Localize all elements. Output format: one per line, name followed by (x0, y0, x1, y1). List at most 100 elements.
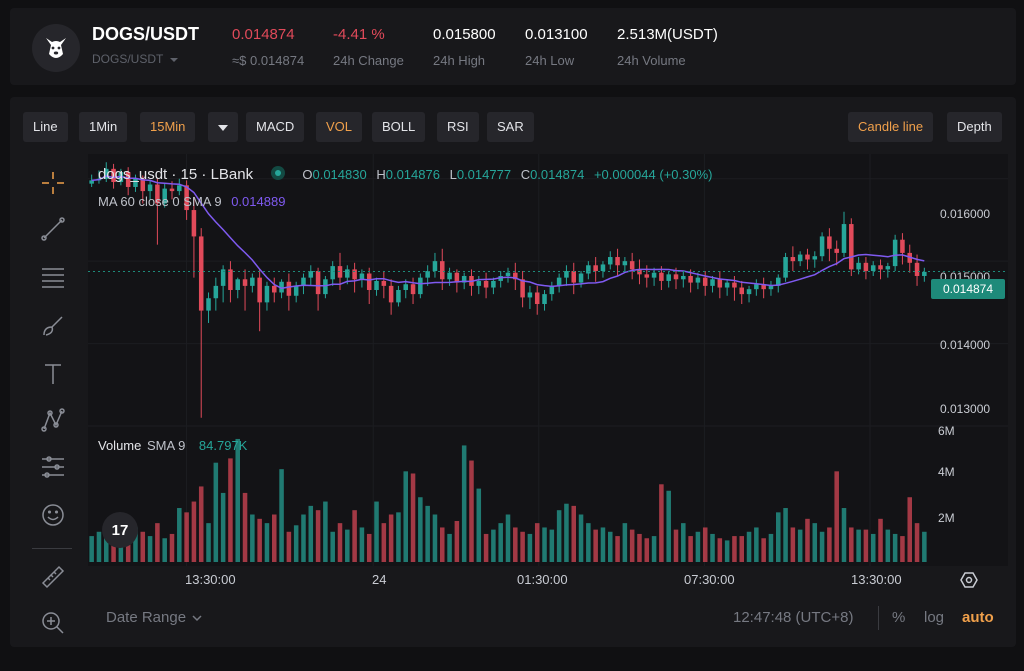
rsi-button[interactable]: RSI (437, 112, 479, 142)
volume-bar (513, 527, 518, 562)
candle-body (688, 275, 693, 283)
volume-bar (169, 533, 175, 562)
volume-bar (286, 531, 292, 562)
percent-scale-toggle[interactable]: % (892, 609, 905, 626)
emoji-icon[interactable] (38, 500, 68, 530)
volume-bar (235, 438, 241, 562)
date-range-selector[interactable]: Date Range (106, 609, 202, 626)
volume-bar (213, 462, 219, 562)
candle-body (629, 261, 635, 270)
chart-settings-icon[interactable] (960, 571, 978, 594)
ruler-icon[interactable] (38, 562, 68, 592)
ma-legend: MA 60 close 0 SMA 9 0.014889 (98, 194, 285, 209)
volume-bar (827, 527, 832, 562)
volume-bar (396, 512, 401, 562)
volume-bar (666, 490, 671, 562)
status-dot-icon (270, 166, 285, 180)
macd-button[interactable]: MACD (246, 112, 305, 142)
volume-bar (155, 523, 160, 562)
volume-bar (184, 512, 189, 562)
volume-bar (228, 458, 233, 562)
volume-bar (885, 529, 891, 562)
candle-body (293, 285, 299, 296)
vol-button[interactable]: VOL (316, 112, 363, 142)
pair-name[interactable]: DOGS/USDT (92, 24, 199, 45)
chart-area[interactable] (88, 154, 1008, 566)
candle-body (418, 277, 423, 295)
volume-bar (834, 471, 839, 562)
horizontal-lines-icon[interactable] (38, 262, 68, 292)
brush-icon[interactable] (38, 311, 68, 341)
volume-bar (805, 518, 810, 562)
sar-button[interactable]: SAR (487, 112, 534, 142)
candle-body (264, 285, 270, 303)
volume-bar (849, 527, 854, 562)
boll-button[interactable]: BOLL (372, 112, 426, 142)
high-label: H (376, 167, 386, 182)
price-axis-tick: 0.014000 (940, 338, 991, 352)
clock-time[interactable]: 12:47:48 (UTC+8) (733, 609, 853, 626)
volume-bar (345, 529, 350, 562)
volume-bar (381, 523, 387, 562)
chart-legend: dogs_usdt · 15 · LBank O0.014830 H0.0148… (98, 166, 712, 183)
candle-body (607, 257, 613, 265)
crosshair-icon[interactable] (38, 168, 68, 198)
candle-body (352, 269, 357, 280)
candle-body (213, 285, 219, 299)
log-scale-toggle[interactable]: log (924, 609, 944, 626)
date-range-label: Date Range (106, 609, 187, 626)
low-24h-label: 24h Low (525, 53, 575, 68)
volume-bar (89, 536, 94, 562)
candle-body (651, 272, 657, 278)
auto-scale-toggle[interactable]: auto (962, 609, 994, 626)
candle-body (739, 287, 745, 295)
last-price: 0.014874 (232, 26, 295, 43)
volume-24h-value: 2.513M(USDT) (617, 26, 718, 43)
pattern-tool-icon[interactable] (38, 405, 68, 435)
candle-body (228, 269, 233, 290)
trend-line-icon[interactable] (38, 214, 68, 244)
zoom-in-icon[interactable] (38, 608, 68, 638)
volume-bar (315, 510, 321, 562)
candle-body (754, 284, 759, 290)
volume-bar (878, 518, 883, 562)
volume-bar (250, 514, 255, 562)
caret-down-icon (218, 119, 228, 134)
volume-bar (476, 488, 482, 562)
volume-bar (732, 536, 737, 562)
tradingview-logo[interactable]: 17 (102, 512, 138, 548)
candle-body (206, 298, 211, 311)
volume-bar (374, 501, 379, 562)
candle-body (177, 185, 182, 192)
volume-value: 84.797K (198, 438, 248, 453)
interval-dropdown-button[interactable] (208, 112, 238, 142)
volume-bar (797, 529, 803, 562)
volume-bar (206, 523, 211, 562)
candlestick-chart[interactable] (88, 154, 1008, 566)
interval-1min-button[interactable]: 1Min (79, 112, 128, 142)
text-tool-icon[interactable] (38, 359, 68, 389)
volume-bar (359, 527, 365, 562)
volume-bar (754, 527, 759, 562)
candle-body (271, 285, 277, 293)
volume-bar (403, 471, 409, 562)
candle-body (147, 184, 153, 192)
volume-bar (279, 469, 284, 562)
candle-line-button[interactable]: Candle line (848, 112, 934, 142)
candle-body (330, 266, 335, 280)
volume-bar (220, 492, 226, 562)
time-axis-tick: 01:30:00 (517, 572, 568, 587)
volume-bar (739, 536, 745, 562)
volume-axis-tick: 6M (938, 424, 955, 438)
candle-body (578, 273, 584, 283)
candle-body (600, 264, 606, 272)
candle-body (556, 277, 562, 286)
line-button[interactable]: Line (23, 112, 68, 142)
volume-bar (491, 529, 496, 562)
candle-body (644, 274, 650, 278)
pair-selector[interactable]: DOGS/USDT (92, 52, 179, 66)
interval-15min-button[interactable]: 15Min (140, 112, 196, 142)
volume-bar (600, 527, 606, 562)
depth-button[interactable]: Depth (947, 112, 1002, 142)
fib-tool-icon[interactable] (38, 452, 68, 482)
